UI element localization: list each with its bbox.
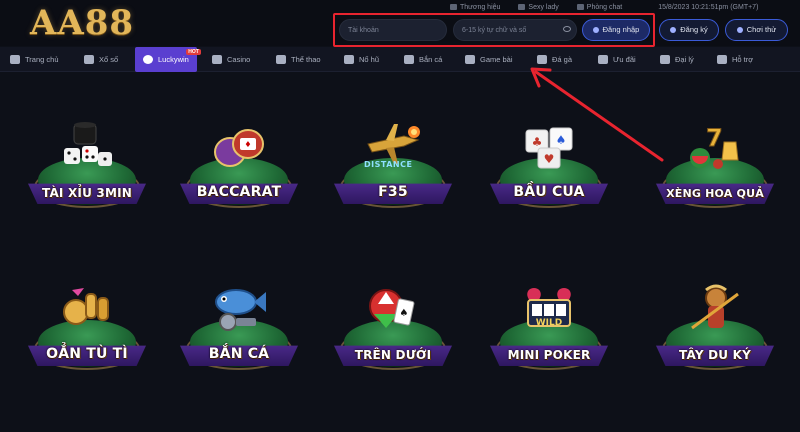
hi-lo-cards-icon: ♠	[369, 289, 415, 328]
dice-cup-icon	[64, 122, 112, 166]
tag-icon	[450, 4, 457, 10]
home-icon	[10, 55, 20, 64]
login-button[interactable]: Đăng nhập	[582, 19, 650, 41]
distance-badge: DISTANCE	[364, 160, 413, 169]
casino-icon	[212, 55, 222, 64]
logo-text: AA88	[30, 3, 135, 43]
svg-text:♥: ♥	[544, 152, 555, 166]
user-icon	[592, 27, 599, 33]
game-label: OẲN TÙ TÌ	[46, 346, 128, 362]
game-tile-baccarat[interactable]: ♦ BACCARAT	[180, 118, 298, 218]
svg-text:♦: ♦	[244, 140, 251, 149]
bau-cua-dice-icon: ♣ ♠ ♥	[525, 127, 573, 169]
soccer-icon	[276, 55, 286, 64]
support-icon	[717, 55, 727, 64]
main-nav: Trang chủ Xổ số Luckywin HOT Casino Thể t…	[0, 47, 800, 72]
demo-button[interactable]: Chơi thử	[725, 19, 788, 41]
game-tile-bau-cua[interactable]: ♣ ♠ ♥ BẦU CUA	[490, 118, 608, 218]
svg-text:♠: ♠	[556, 133, 567, 147]
lottery-icon	[84, 55, 94, 64]
user-plus-icon	[670, 27, 677, 33]
chips-icon: ♦	[214, 129, 264, 167]
game-label: MINI POKER	[507, 348, 591, 362]
fish-shooter-icon	[215, 289, 266, 331]
game-tile-tai-xiu[interactable]: TÀI XỈU 3MIN	[28, 118, 146, 218]
game-label: TÀI XỈU 3MIN	[41, 186, 133, 200]
nav-item-lottery[interactable]: Xổ số	[84, 47, 118, 72]
monkey-king-icon	[691, 284, 739, 330]
game-label: XÈNG HOA QUẢ	[666, 187, 764, 200]
svg-text:♣: ♣	[532, 135, 543, 149]
nav-item-luckywin[interactable]: Luckywin HOT	[135, 47, 201, 72]
game-tile-tren-duoi[interactable]: ♠ TRÊN DƯỚI	[334, 280, 452, 380]
nav-item-card-games[interactable]: Game bài	[465, 47, 513, 72]
game-label: TRÊN DƯỚI	[354, 348, 432, 362]
nav-item-casino[interactable]: Casino	[212, 47, 250, 72]
svg-text:7: 7	[706, 124, 723, 152]
game-tile-tay-du-ky[interactable]: TÂY DU KÝ	[656, 280, 774, 380]
game-tile-ban-ca[interactable]: BẮN CÁ	[180, 280, 298, 380]
brand-logo[interactable]: AA88	[30, 3, 190, 43]
game-tile-f35[interactable]: DISTANCE F35	[334, 118, 452, 218]
nav-item-sports[interactable]: Thể thao	[276, 47, 321, 72]
register-button[interactable]: Đăng ký	[659, 19, 719, 41]
wild-slot-icon: WILD	[527, 288, 571, 328]
game-label: BẮN CÁ	[208, 346, 270, 362]
game-label: F35	[378, 184, 408, 200]
nav-item-home[interactable]: Trang chủ	[10, 47, 59, 72]
username-input[interactable]: Tài khoản	[339, 19, 447, 41]
top-link-sexy-lady[interactable]: Sexy lady	[518, 4, 559, 11]
fruit-slot-icon: 7	[690, 124, 739, 169]
svg-text:WILD: WILD	[536, 318, 562, 328]
header: AA88 Thương hiệu Sexy lady Phòng chat 15…	[0, 0, 800, 47]
page: AA88 Thương hiệu Sexy lady Phòng chat 15…	[0, 0, 800, 432]
nav-item-support[interactable]: Hỗ trợ	[717, 47, 753, 72]
game-label: BẦU CUA	[513, 184, 585, 200]
clock: 15/8/2023 10:21:51pm (GMT+7)	[658, 3, 759, 11]
rock-paper-scissors-icon	[63, 288, 109, 325]
play-icon	[736, 27, 743, 33]
game-tile-mini-poker[interactable]: WILD MINI POKER	[490, 280, 608, 380]
hot-badge: HOT	[186, 49, 201, 55]
top-link-brand[interactable]: Thương hiệu	[450, 4, 500, 11]
svg-text:♠: ♠	[400, 308, 409, 319]
top-links: Thương hiệu Sexy lady Phòng chat 15/8/20…	[450, 1, 758, 13]
eye-icon[interactable]	[563, 26, 571, 32]
game-label: BACCARAT	[196, 184, 282, 200]
game-label: TÂY DU KÝ	[679, 348, 751, 362]
game-tile-xeng-hoa-qua[interactable]: 7 XÈNG HOA QUẢ	[656, 118, 774, 218]
fish-icon	[404, 55, 414, 64]
nav-item-slots[interactable]: Nổ hũ	[344, 47, 379, 72]
lady-icon	[518, 4, 526, 10]
luckywin-icon	[143, 55, 153, 64]
nav-item-fishing[interactable]: Bắn cá	[404, 47, 442, 72]
cards-icon	[465, 55, 475, 64]
chat-icon	[576, 4, 584, 10]
password-input[interactable]: 6-15 ký tự chữ và số	[453, 19, 577, 41]
slot-icon	[344, 55, 354, 64]
top-link-chat[interactable]: Phòng chat	[576, 4, 622, 11]
game-tile-oan-tu-ti[interactable]: OẲN TÙ TÌ	[28, 280, 146, 380]
